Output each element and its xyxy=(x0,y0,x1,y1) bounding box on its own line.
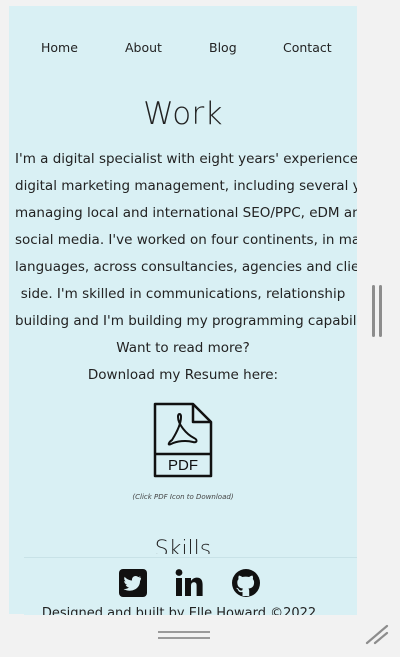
browser-frame: Home About Blog Contact Work I'm a digit… xyxy=(0,0,400,657)
site-footer: Designed and built by Elle Howard ©2022 xyxy=(24,557,357,615)
resize-grip-graphic xyxy=(365,624,389,645)
work-line: side. I'm skilled in communications, rel… xyxy=(20,286,346,302)
work-title: Work xyxy=(143,96,223,132)
twitter-icon-graphic xyxy=(119,569,147,597)
work-line: digital marketing management, including … xyxy=(15,178,357,194)
work-line: I'm a digital specialist with eight year… xyxy=(15,151,357,167)
skills-title: Skills xyxy=(154,537,212,554)
read-more-text: Want to read more? xyxy=(116,340,250,356)
nav-blog-link[interactable]: Blog xyxy=(209,40,237,55)
work-line: managing local and international SEO/PPC… xyxy=(15,205,357,221)
top-nav: Home About Blog Contact xyxy=(9,40,357,60)
pdf-icon-label: PDF xyxy=(168,457,198,474)
download-resume-text: Download my Resume here: xyxy=(87,367,279,383)
handle-bar xyxy=(158,637,210,639)
page-viewport: Home About Blog Contact Work I'm a digit… xyxy=(9,6,357,614)
linkedin-icon[interactable] xyxy=(174,568,204,598)
footer-credit: Designed and built by Elle Howard ©2022 xyxy=(41,606,317,615)
work-line: building and I'm building my programming… xyxy=(15,313,357,329)
bottom-drag-handle[interactable] xyxy=(158,628,210,642)
pdf-icon-graphic: PDF xyxy=(153,402,213,478)
handle-bar xyxy=(379,285,382,337)
handle-bar xyxy=(158,631,210,633)
github-icon[interactable] xyxy=(231,568,261,598)
side-drag-handle[interactable] xyxy=(370,285,384,337)
github-icon-graphic xyxy=(232,569,260,597)
linkedin-icon-graphic xyxy=(175,569,203,596)
resize-grip-icon[interactable] xyxy=(364,622,390,646)
nav-home-link[interactable]: Home xyxy=(41,40,78,55)
nav-about-link[interactable]: About xyxy=(125,40,162,55)
handle-bar xyxy=(372,285,375,337)
work-line: social media. I've worked on four contin… xyxy=(15,232,357,248)
work-description: I'm a digital specialist with eight year… xyxy=(15,146,357,389)
twitter-icon[interactable] xyxy=(118,568,148,598)
pdf-caption: (Click PDF Icon to Download) xyxy=(132,493,234,501)
pdf-icon[interactable]: PDF xyxy=(153,402,213,478)
work-line: languages, across consultancies, agencie… xyxy=(15,259,357,275)
nav-contact-link[interactable]: Contact xyxy=(283,40,332,55)
